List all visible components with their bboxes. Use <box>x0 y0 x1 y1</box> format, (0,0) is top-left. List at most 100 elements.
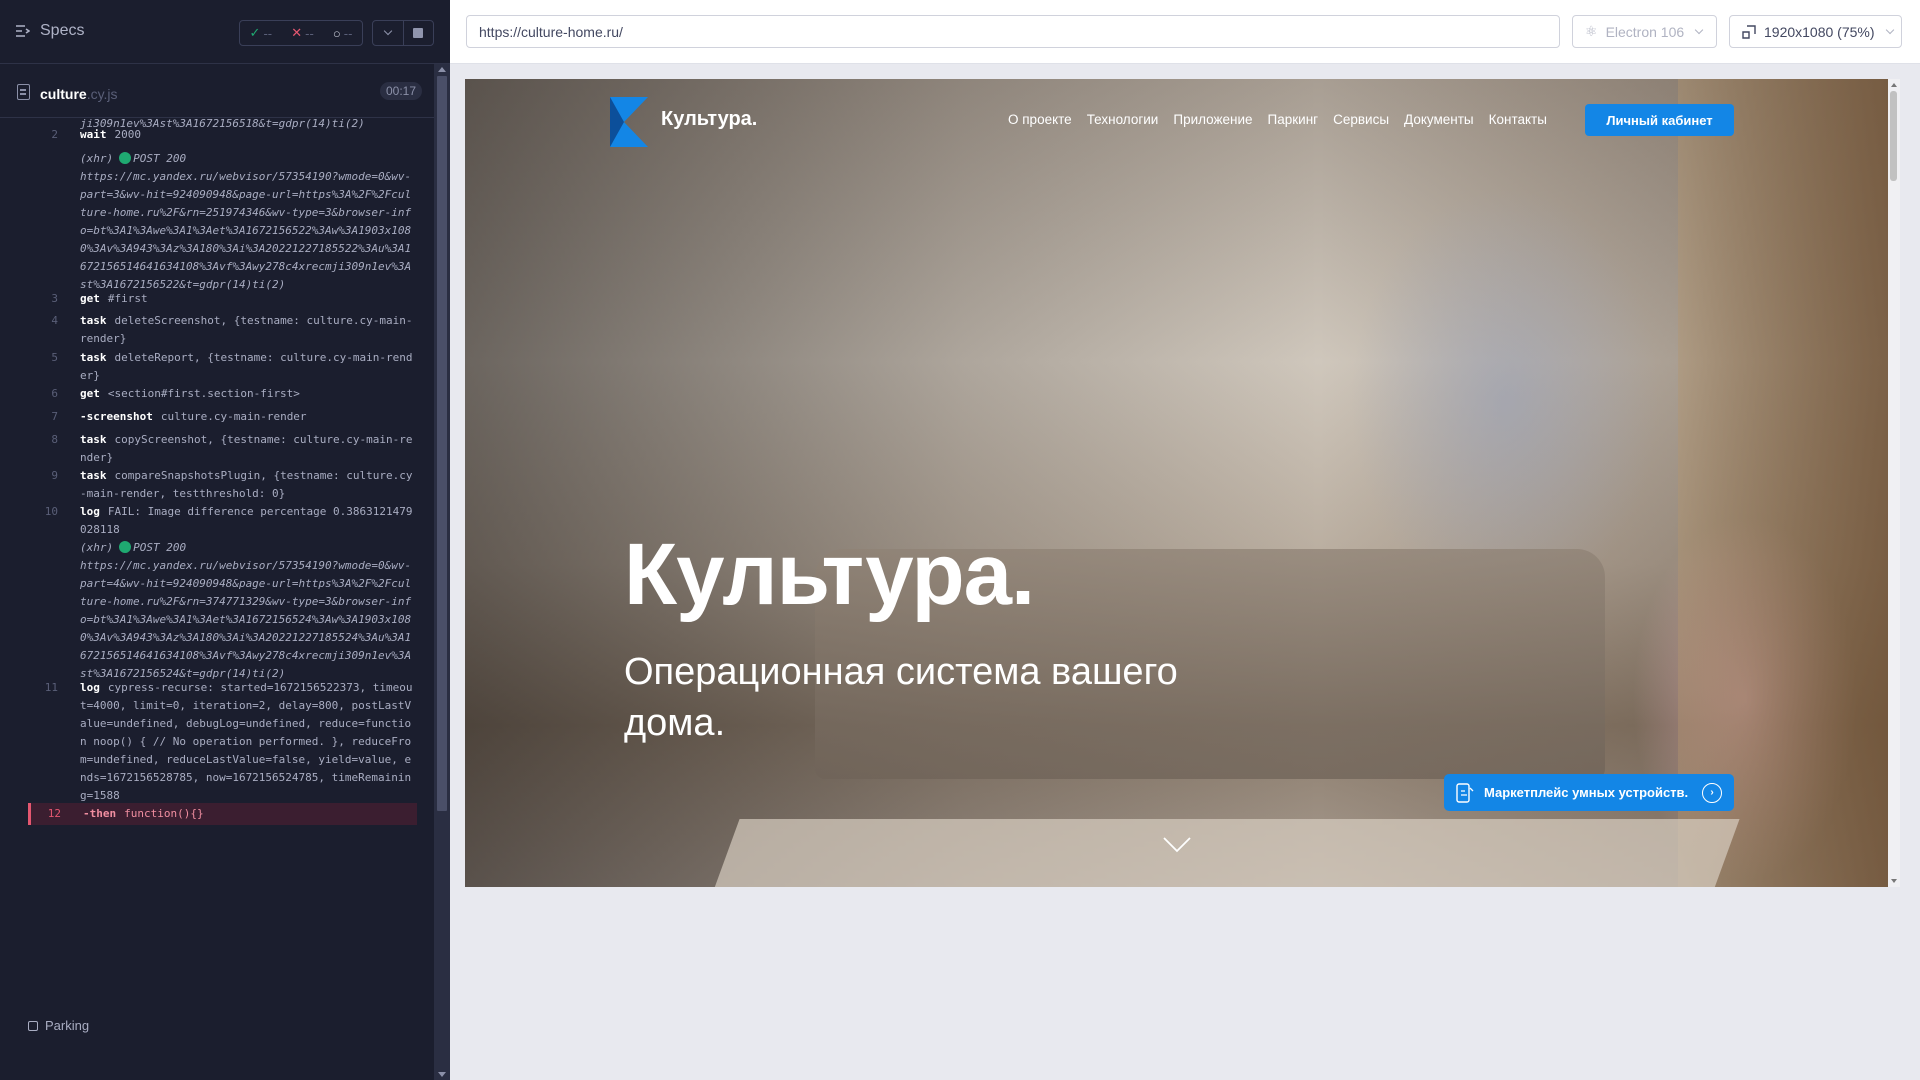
xhr-label: (xhr) <box>80 152 114 165</box>
command-number: 9 <box>51 469 58 482</box>
reporter-scrollbar[interactable] <box>434 64 450 1080</box>
command-body: -screenshot culture.cy-main-render <box>80 408 417 426</box>
status-dot-icon <box>119 152 132 164</box>
command-row[interactable]: 9 task compareSnapshotsPlugin, {testname: … <box>28 467 417 501</box>
command-message: function(){} <box>124 807 204 820</box>
test-stats: ✓ -- ✕ -- ○ -- <box>239 20 363 46</box>
cross-icon: ✕ <box>291 25 303 40</box>
file-icon <box>17 84 30 100</box>
spec-duration: 00:17 <box>379 82 422 100</box>
aut-iframe[interactable]: Культура. О проекте Технологии Приложение П… <box>465 79 1888 887</box>
command-number: 7 <box>51 410 58 423</box>
nav-link[interactable]: О проекте <box>1008 112 1072 127</box>
circle-icon: ○ <box>332 25 341 41</box>
command-number: 8 <box>51 433 58 446</box>
nav-link[interactable]: Паркинг <box>1268 112 1319 127</box>
command-message: 2000 <box>114 128 142 141</box>
command-row[interactable]: 5 task deleteReport, {testname: culture.cy… <box>28 349 417 383</box>
command-row[interactable]: 2 wait 2000 <box>28 126 417 144</box>
chevron-down-icon <box>383 26 392 36</box>
status-dot-icon <box>119 541 132 553</box>
hero-subtitle: Операционная система вашего дома. <box>624 651 1178 744</box>
xhr-url: https://mc.yandex.ru/webvisor/57354190?w… <box>80 170 412 291</box>
command-number: 5 <box>51 351 58 364</box>
command-number: 11 <box>44 681 58 694</box>
command-body: log cypress-recurse: started=167215652237… <box>80 679 417 805</box>
viewport-selector[interactable]: 1920x1080 (75%) <box>1729 15 1902 48</box>
scroll-up-icon[interactable] <box>438 67 446 72</box>
xhr-status: POST 200 <box>133 152 187 165</box>
xhr-label: (xhr) <box>80 541 114 554</box>
nav-link[interactable]: Технологии <box>1087 112 1159 127</box>
command-row[interactable]: 11 log cypress-recurse: started=1672156522… <box>28 679 417 802</box>
url-bar[interactable]: https://culture-home.ru/ <box>466 15 1560 48</box>
site-navbar: Культура. О проекте Технологии Приложение П… <box>465 79 1888 169</box>
scroll-thumb[interactable] <box>1890 91 1897 181</box>
specs-button[interactable]: Specs <box>16 22 84 40</box>
expand-button[interactable] <box>373 21 404 45</box>
command-row[interactable]: 10 log FAIL: Image difference percentage 0… <box>28 503 417 537</box>
command-row[interactable]: 3 get #first <box>28 290 417 308</box>
xhr-url: https://mc.yandex.ru/webvisor/57354190?w… <box>80 559 412 680</box>
command-name: task <box>80 351 107 364</box>
arrow-right-icon: › <box>1702 782 1722 803</box>
command-message: culture.cy-main-render <box>160 410 307 423</box>
nav-menu: О проекте Технологии Приложение Паркинг Серв… <box>1008 112 1547 127</box>
command-number: 4 <box>51 314 58 327</box>
spec-name: culture.cy.js <box>40 86 118 102</box>
command-row[interactable]: 8 task copyScreenshot, {testname: culture.… <box>28 431 417 465</box>
command-body: wait 2000 <box>80 126 417 144</box>
command-number: 6 <box>51 387 58 400</box>
stop-icon <box>413 28 424 38</box>
command-name: get <box>80 292 100 305</box>
scroll-down-icon[interactable] <box>438 1072 446 1077</box>
nav-link[interactable]: Сервисы <box>1333 112 1389 127</box>
command-reporter: Specs ✓ -- ✕ -- ○ -- culture.cy.js 00:17 ji… <box>0 0 450 1080</box>
nav-link[interactable]: Контакты <box>1489 112 1547 127</box>
command-body: log FAIL: Image difference percentage 0.3… <box>80 503 417 539</box>
command-name: task <box>80 433 107 446</box>
command-body: -then function(){} <box>83 803 420 825</box>
personal-cabinet-button[interactable]: Личный кабинет <box>1585 104 1734 136</box>
run-controls <box>372 20 434 46</box>
parking-suite[interactable]: Parking <box>28 1018 89 1033</box>
chevron-down-icon <box>1885 25 1894 34</box>
scroll-thumb[interactable] <box>437 76 447 811</box>
command-body: (xhr) POST 200 https://mc.yandex.ru/webvis… <box>80 539 417 683</box>
command-xhr[interactable]: (xhr) POST 200 https://mc.yandex.ru/webvis… <box>28 539 417 680</box>
command-name: wait <box>80 128 107 141</box>
marketplace-button[interactable]: Маркетплейс умных устройств. › <box>1444 774 1734 811</box>
nav-link[interactable]: Приложение <box>1173 112 1252 127</box>
browser-selector[interactable]: ⚛ Electron 106 <box>1572 15 1717 48</box>
command-row[interactable]: 6 get <section#first.section-first> <box>28 385 417 403</box>
parking-label: Parking <box>45 1018 90 1033</box>
suite-checkbox-icon <box>28 1020 38 1031</box>
pending-stat: ○ -- <box>332 25 353 41</box>
scroll-up-icon[interactable] <box>1891 83 1897 87</box>
command-message: copyScreenshot, {testname: culture.cy-ma… <box>80 433 413 464</box>
command-name: task <box>80 469 107 482</box>
command-log[interactable]: ji309n1ev%3Ast%3A1672156518&t=gdpr(14)ti… <box>0 118 434 1008</box>
scroll-down-chevron-icon[interactable] <box>1163 836 1191 854</box>
specs-list-icon <box>16 25 30 37</box>
command-name: log <box>80 505 100 518</box>
command-message: deleteScreenshot, {testname: culture.cy-… <box>80 314 413 345</box>
smart-device-icon <box>1456 782 1474 803</box>
check-icon: ✓ <box>249 25 261 40</box>
command-row[interactable]: 12 -then function(){} <box>28 803 417 825</box>
command-row[interactable]: 4 task deleteScreenshot, {testname: cultur… <box>28 312 417 346</box>
command-row[interactable]: 7 -screenshot culture.cy-main-render <box>28 408 417 426</box>
command-message: FAIL: Image difference percentage 0.3863… <box>80 505 413 536</box>
logo-icon[interactable] <box>610 97 648 147</box>
hero-rug-decor <box>710 819 1740 887</box>
scroll-down-icon[interactable] <box>1891 879 1897 883</box>
command-body: (xhr) POST 200 https://mc.yandex.ru/webvis… <box>80 150 417 294</box>
command-name: -then <box>83 807 117 820</box>
spec-header[interactable]: culture.cy.js 00:17 <box>0 66 434 118</box>
nav-link[interactable]: Документы <box>1404 112 1474 127</box>
aut-scrollbar[interactable] <box>1888 79 1900 887</box>
command-xhr[interactable]: (xhr) POST 200 https://mc.yandex.ru/webvis… <box>28 150 417 291</box>
stop-button[interactable] <box>404 21 434 45</box>
logo-text[interactable]: Культура. <box>661 108 757 131</box>
command-body: task compareSnapshotsPlugin, {testname: c… <box>80 467 417 503</box>
